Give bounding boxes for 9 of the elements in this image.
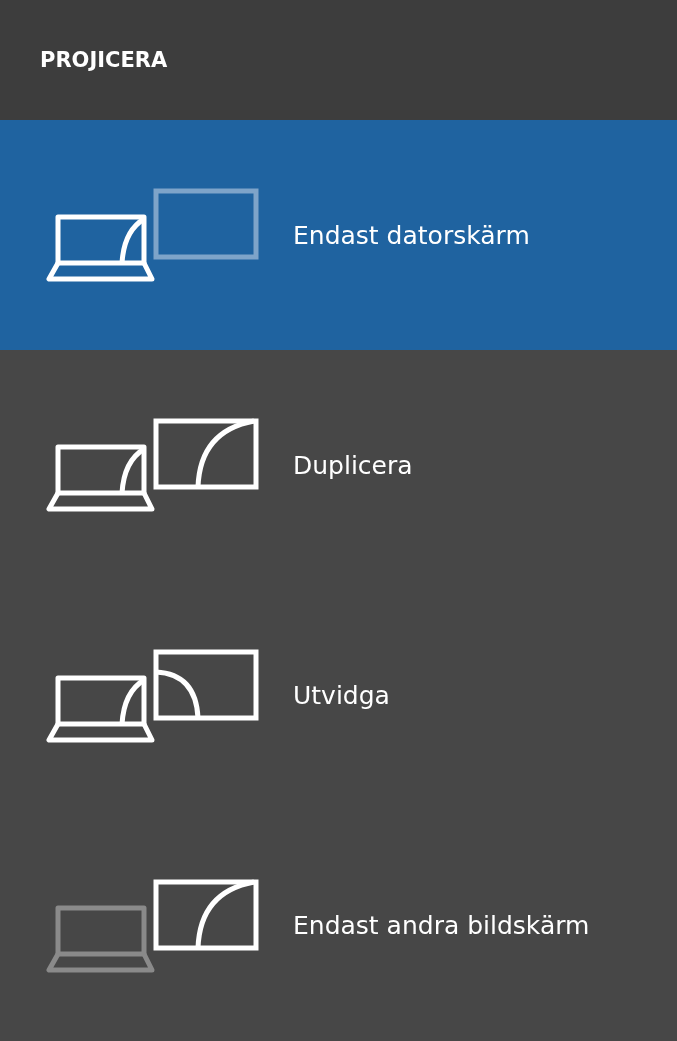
projection-option[interactable]: Utvidga bbox=[0, 580, 677, 811]
display-icon bbox=[46, 647, 261, 744]
display-icon bbox=[46, 187, 261, 284]
display-icon bbox=[46, 417, 261, 514]
projection-option[interactable]: Duplicera bbox=[0, 350, 677, 581]
display-icon bbox=[46, 877, 261, 974]
projection-option[interactable]: Endast andra bildskärm bbox=[0, 810, 677, 1041]
panel-title: PROJICERA bbox=[40, 47, 168, 72]
projection-option[interactable]: Endast datorskärm bbox=[0, 119, 677, 351]
